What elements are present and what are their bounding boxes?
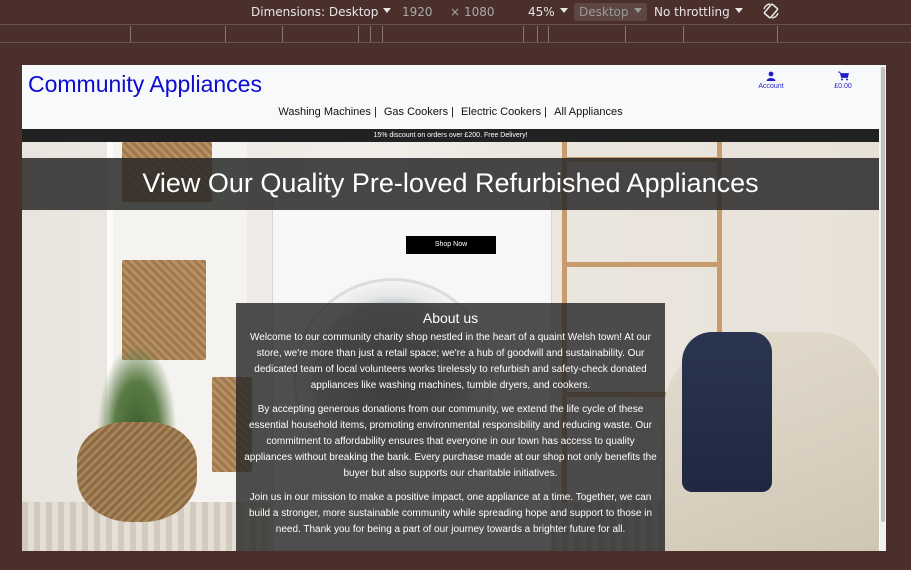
chevron-down-icon [633, 8, 642, 13]
times-symbol: × [450, 5, 461, 19]
site-logo[interactable]: Community Appliances [28, 71, 262, 98]
shop-now-button[interactable]: Shop Now [406, 236, 496, 254]
chevron-down-icon [559, 8, 568, 13]
devtools-device-toolbar: Dimensions: Desktop 1920 × 1080 45% Desk… [0, 0, 911, 24]
user-icon [766, 71, 776, 81]
throttling-label: No throttling [654, 5, 730, 19]
device-type-dropdown[interactable]: Desktop [574, 3, 647, 21]
bag-link[interactable]: £0.00 [828, 71, 858, 90]
bag-total: £0.00 [834, 83, 852, 90]
hero-section: View Our Quality Pre-loved Refurbished A… [22, 142, 879, 551]
nav-all-appliances[interactable]: All Appliances [554, 106, 623, 118]
about-heading: About us [422, 310, 479, 326]
account-link[interactable]: Account [756, 71, 786, 90]
about-panel: About us Welcome to our community charit… [236, 303, 665, 551]
nav-gas-cookers[interactable]: Gas Cookers | [384, 106, 454, 118]
chevron-down-icon [734, 8, 743, 13]
width-input[interactable]: 1920 [402, 5, 433, 19]
promo-banner: 15% discount on orders over £200. Free D… [22, 129, 879, 142]
about-paragraph: Welcome to our community charity shop ne… [250, 332, 651, 391]
nav-electric-cookers[interactable]: Electric Cookers | [461, 106, 547, 118]
dimensions-label: Dimensions: Desktop [251, 5, 379, 19]
hero-title: View Our Quality Pre-loved Refurbished A… [142, 168, 759, 198]
zoom-label: 45% [528, 5, 555, 19]
main-nav: Washing Machines | Gas Cookers | Electri… [22, 106, 879, 118]
scrollbar-thumb[interactable] [881, 67, 885, 522]
throttling-dropdown[interactable]: No throttling [654, 5, 743, 19]
zoom-dropdown[interactable]: 45% [528, 5, 568, 19]
nav-washing-machines[interactable]: Washing Machines | [278, 106, 376, 118]
media-query-ruler [0, 24, 911, 43]
shopping-cart-icon [837, 71, 849, 81]
height-input[interactable]: 1080 [464, 5, 495, 19]
hero-towel [682, 332, 772, 492]
page-viewport: Community Appliances Account £0.00 Washi… [22, 65, 886, 551]
hero-plant-basket [77, 422, 197, 522]
hero-plant [97, 342, 177, 432]
dimensions-dropdown[interactable]: Dimensions: Desktop [251, 5, 392, 19]
about-paragraph: Join us in our mission to make a positiv… [248, 492, 653, 535]
account-label: Account [758, 83, 784, 90]
about-paragraph: By accepting generous donations from our… [244, 404, 657, 479]
page-scrollbar[interactable] [880, 65, 886, 551]
chevron-down-icon [383, 8, 392, 13]
device-type-label: Desktop [579, 5, 629, 19]
rotate-icon[interactable] [761, 1, 781, 21]
